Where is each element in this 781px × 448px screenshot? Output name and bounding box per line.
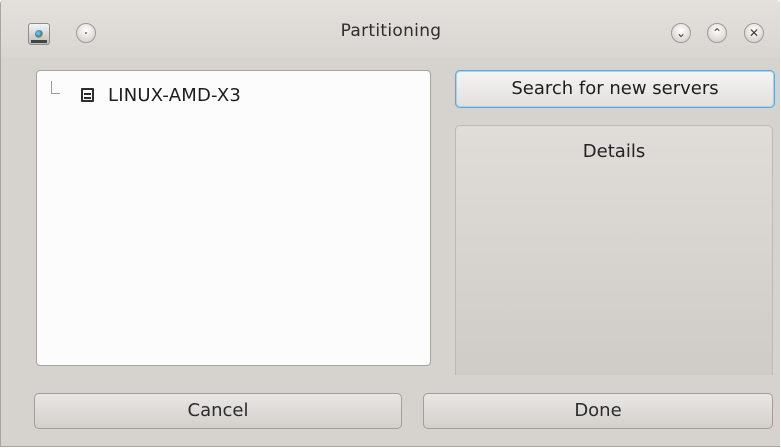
maximize-button[interactable]: ⌃ (707, 23, 727, 43)
search-servers-button[interactable]: Search for new servers (455, 70, 775, 108)
done-button[interactable]: Done (423, 393, 773, 429)
computer-icon (81, 88, 94, 102)
server-tree[interactable]: LINUX-AMD-X3 (36, 70, 431, 366)
titlebar[interactable]: Partitioning ⌄ ⌃ ✕ (1, 0, 780, 58)
details-panel: Details (455, 125, 773, 375)
close-button[interactable]: ✕ (744, 23, 764, 43)
minimize-button[interactable]: ⌄ (671, 23, 691, 43)
tree-item-label: LINUX-AMD-X3 (108, 84, 241, 106)
tree-branch-line (51, 81, 60, 94)
window-title: Partitioning (340, 21, 442, 41)
partitioning-window: Partitioning ⌄ ⌃ ✕ LINUX-AMD-X3 Search f… (0, 0, 780, 447)
chevron-down-icon: ⌄ (675, 26, 687, 40)
chevron-up-icon: ⌃ (711, 26, 723, 40)
tree-item-server[interactable]: LINUX-AMD-X3 (81, 83, 241, 107)
close-icon: ✕ (748, 26, 760, 40)
cancel-button[interactable]: Cancel (34, 393, 402, 429)
details-title: Details (582, 141, 646, 162)
